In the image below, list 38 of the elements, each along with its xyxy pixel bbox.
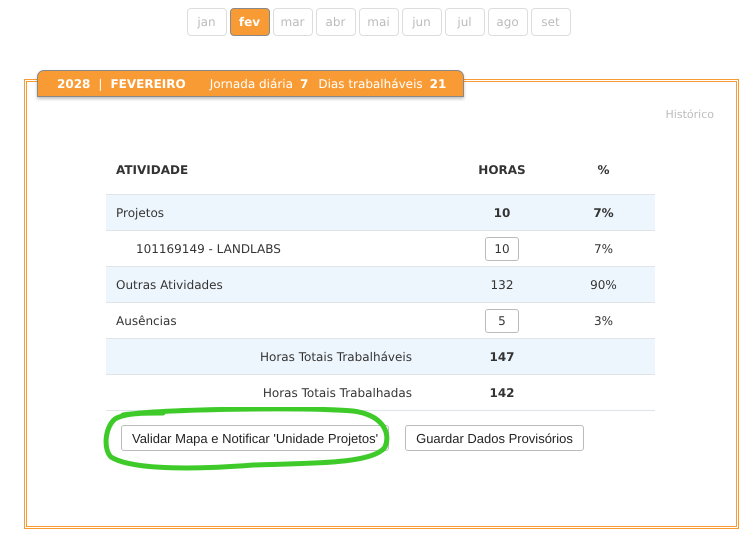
month-tab[interactable]: set bbox=[530, 8, 570, 36]
month-label: FEVEREIRO bbox=[110, 76, 186, 90]
month-tab[interactable]: mar bbox=[272, 8, 312, 36]
month-tab[interactable]: jul bbox=[444, 8, 484, 36]
table-cell-text: Horas Totais Trabalhadas bbox=[262, 386, 413, 400]
table-cell-text: 132 bbox=[490, 278, 514, 292]
month-tab[interactable]: mai bbox=[358, 8, 398, 36]
table-cell-text: 101169149 - LANDLABS bbox=[135, 242, 282, 256]
stat-value: 21 bbox=[430, 76, 446, 90]
hours-input[interactable]: 5 bbox=[485, 308, 519, 332]
table-cell-text: Projetos bbox=[115, 206, 166, 220]
column-header: ATIVIDADE bbox=[115, 163, 190, 177]
column-header: % bbox=[596, 163, 611, 177]
action-button[interactable]: Guardar Dados Provisórios bbox=[405, 425, 584, 451]
table-cell-text: 7% bbox=[592, 242, 614, 256]
month-tab[interactable]: abr bbox=[316, 8, 356, 36]
column-header: HORAS bbox=[477, 163, 527, 177]
table-cell-text: Horas Totais Trabalháveis bbox=[259, 350, 413, 364]
month-tab[interactable]: fev bbox=[230, 8, 270, 36]
stat-label: Jornada diária bbox=[210, 76, 293, 90]
year-label: 2028 bbox=[57, 76, 90, 90]
table-cell-text: 90% bbox=[589, 278, 618, 292]
table-cell-text: 3% bbox=[592, 314, 614, 328]
separator: | bbox=[98, 76, 102, 90]
history-link[interactable]: Histórico bbox=[666, 108, 714, 124]
table-cell-text: 7% bbox=[592, 206, 615, 220]
action-button[interactable]: Validar Mapa e Notificar 'Unidade Projetos' bbox=[121, 425, 390, 451]
stat-value: 7 bbox=[300, 76, 308, 90]
table-cell-text: Ausências bbox=[115, 314, 178, 328]
table-cell-text: 142 bbox=[488, 386, 516, 400]
stat-label: Dias trabalháveis bbox=[318, 76, 423, 90]
table-cell-text: Outras Atividades bbox=[115, 278, 224, 292]
table-cell-text: 10 bbox=[492, 206, 512, 220]
month-tab[interactable]: jun bbox=[402, 8, 442, 36]
hours-input[interactable]: 10 bbox=[485, 236, 519, 260]
month-tab[interactable]: ago bbox=[488, 8, 528, 36]
table-cell-text: 147 bbox=[488, 350, 516, 364]
month-tab[interactable]: jan bbox=[186, 8, 226, 36]
